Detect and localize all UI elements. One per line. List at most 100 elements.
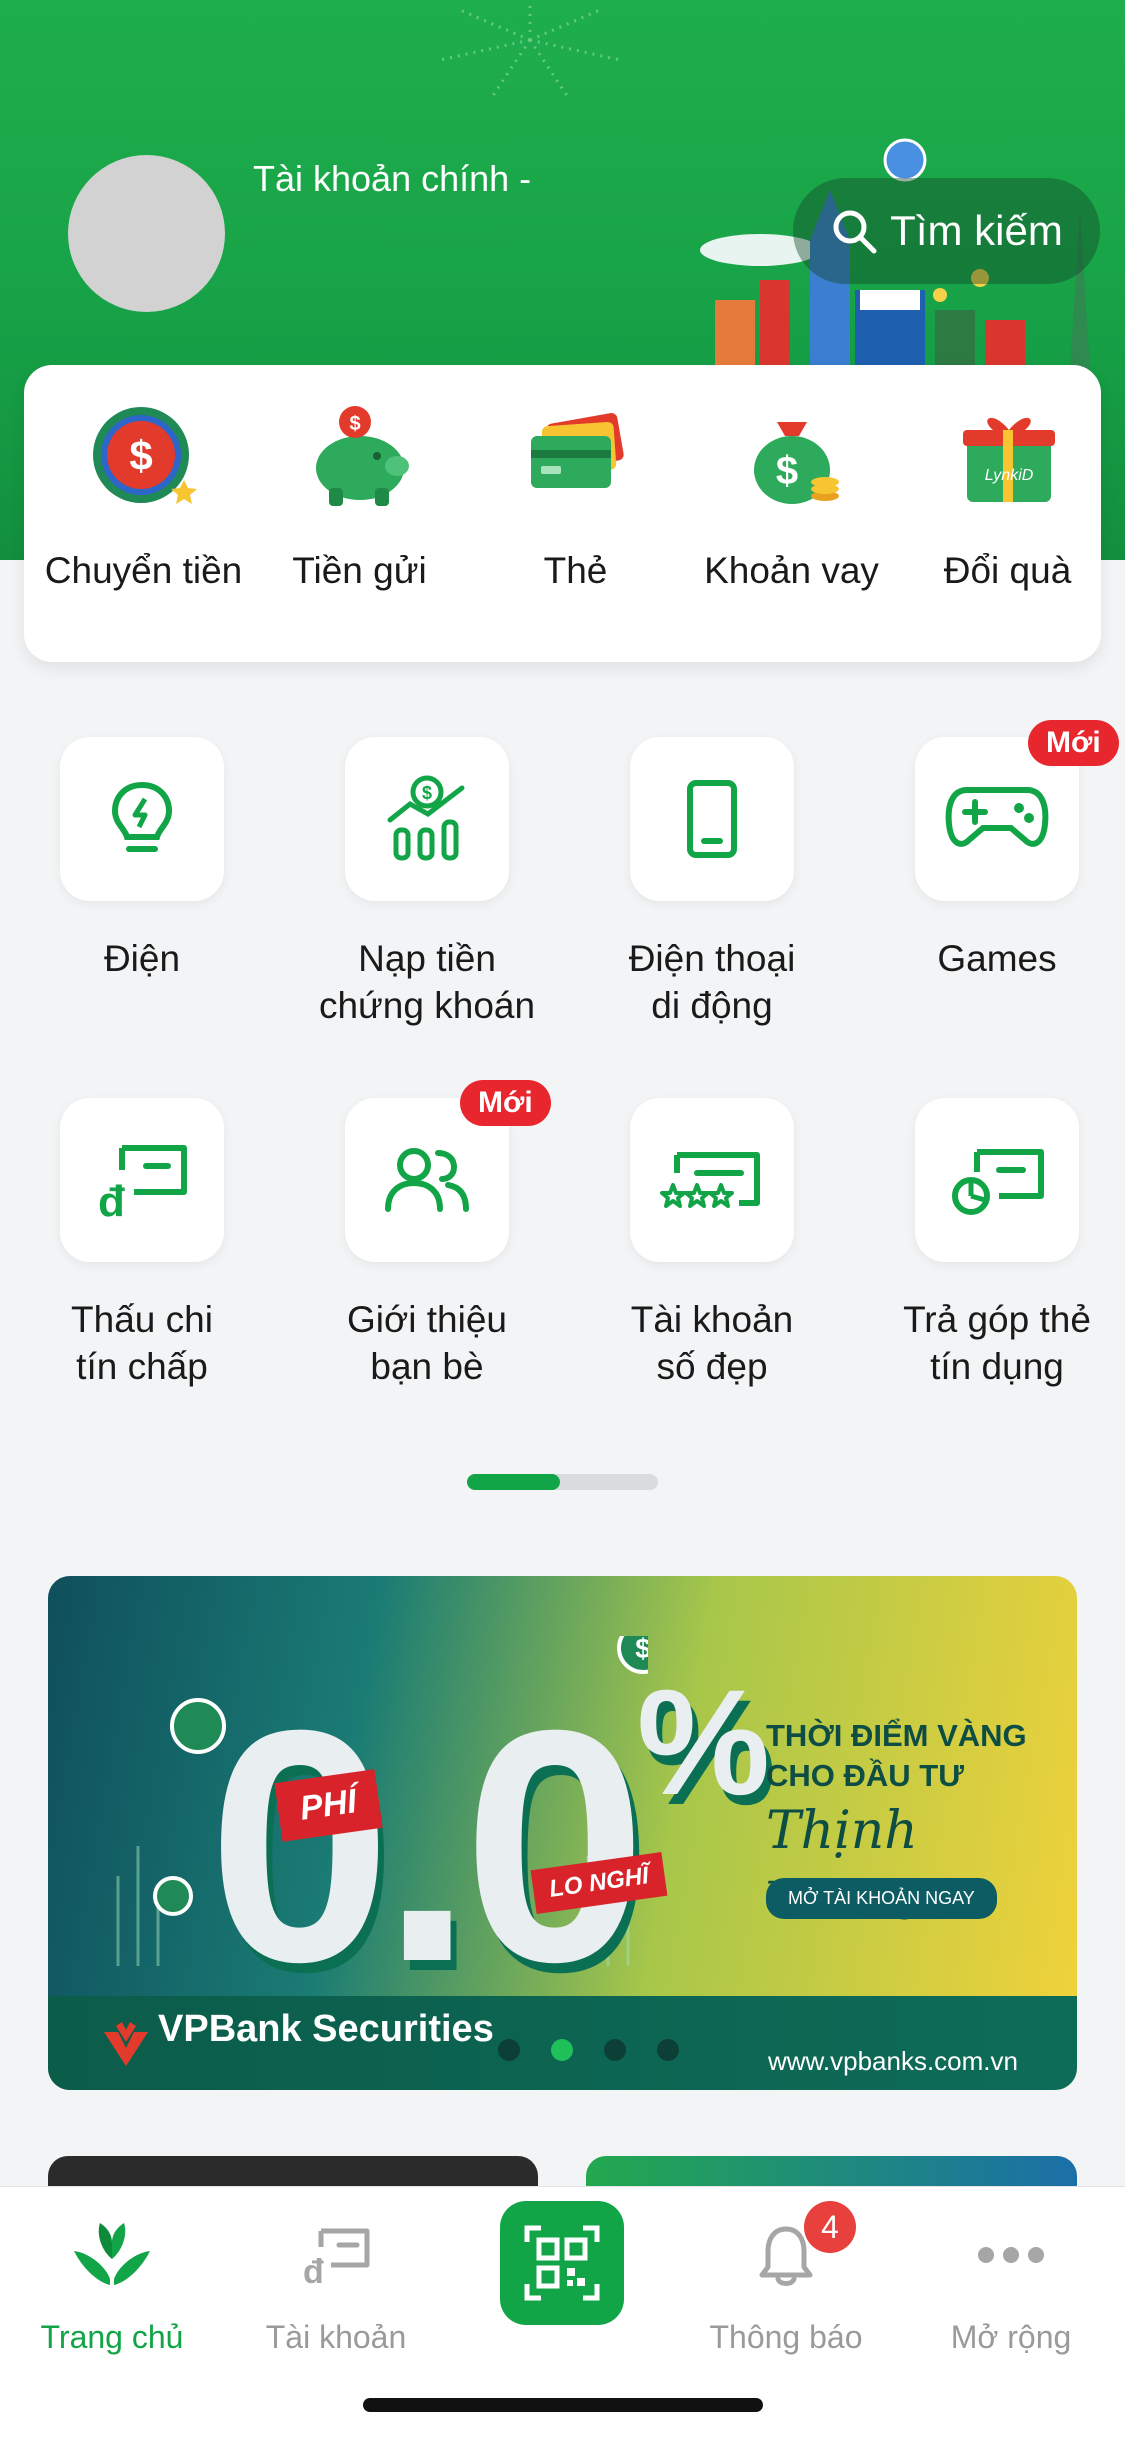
banner-dot-active[interactable]: [551, 2039, 573, 2061]
gift-box-icon: LynkiD: [962, 417, 1055, 502]
overdraft-card-icon: đ: [98, 1145, 187, 1220]
service-label-line: Thấu chi: [71, 1299, 213, 1340]
service-label-line: Nạp tiền: [358, 938, 496, 979]
banner-headline: THỜI ĐIỂM VÀNG CHO ĐẦU TƯ: [766, 1716, 1027, 1796]
money-bag-icon: $: [753, 422, 839, 504]
banner-dot[interactable]: [498, 2039, 520, 2061]
banner-dot[interactable]: [604, 2039, 626, 2061]
tab-label: Thông báo: [709, 2319, 863, 2355]
account-card-icon: đ: [303, 2228, 370, 2285]
tab-notifications[interactable]: Thông báo: [686, 2215, 886, 2356]
svg-text:LynkiD: LynkiD: [984, 467, 1033, 484]
service-label: Thấu chi tín chấp: [12, 1296, 272, 1390]
service-overdraft[interactable]: đ Thấu chi tín chấp: [12, 1098, 272, 1390]
search-label: Tìm kiếm: [890, 207, 1063, 254]
stock-topup-icon: $: [387, 775, 465, 861]
quick-action-rewards[interactable]: LynkiD Đổi quà: [900, 400, 1115, 592]
service-tile: [630, 737, 794, 901]
banner-brand: VPBank Securities: [158, 2008, 494, 2050]
quick-actions-card: $ Chuyển tiền $ Tiền gửi Thẻ $ Khoản vay…: [24, 365, 1101, 662]
home-leaf-icon: [74, 2223, 150, 2285]
avatar[interactable]: [68, 155, 225, 312]
service-tile: [630, 1098, 794, 1262]
new-badge: Mới: [1028, 720, 1119, 766]
qr-scan-button[interactable]: [500, 2201, 624, 2325]
service-tile: đ: [60, 1098, 224, 1262]
service-label-line: Điện: [103, 938, 181, 979]
service-card-installment[interactable]: Trả góp thẻ tín dụng: [867, 1098, 1125, 1390]
transfer-coin-icon: $: [92, 407, 197, 504]
banner-cta-button[interactable]: MỞ TÀI KHOẢN NGAY: [766, 1878, 997, 1919]
refer-friends-icon: [385, 1148, 469, 1212]
vip-number-card-icon: [660, 1152, 760, 1208]
fireworks-decoration: [439, 0, 621, 101]
banner-headline-line: THỜI ĐIỂM VÀNG: [766, 1718, 1027, 1753]
cards-icon: [530, 413, 624, 488]
search-icon: [833, 210, 877, 254]
service-electricity[interactable]: Điện: [12, 737, 272, 982]
account-title[interactable]: Tài khoản chính -: [253, 158, 531, 200]
svg-text:đ: đ: [98, 1177, 125, 1220]
quick-action-transfer[interactable]: $ Chuyển tiền: [36, 400, 251, 592]
quick-action-deposit[interactable]: $ Tiền gửi: [252, 400, 467, 592]
service-label-line: Giới thiệu: [347, 1299, 507, 1340]
svg-text:$: $: [349, 413, 360, 435]
service-refer-friends[interactable]: Giới thiệu bạn bè: [297, 1098, 557, 1390]
svg-text:đ: đ: [303, 2253, 324, 2285]
quick-action-label: Thẻ: [543, 550, 608, 591]
service-mobile-topup[interactable]: Điện thoại di động: [582, 737, 842, 1029]
service-label-line: di động: [651, 985, 773, 1026]
lightbulb-icon: [111, 781, 173, 852]
service-stock-topup[interactable]: $ Nạp tiền chứng khoán: [297, 737, 557, 1029]
tab-account[interactable]: đ Tài khoản: [236, 2215, 436, 2356]
service-label: Điện: [12, 935, 272, 982]
tab-label: Tài khoản: [265, 2319, 407, 2355]
banner-dot[interactable]: [657, 2039, 679, 2061]
service-tile: $: [345, 737, 509, 901]
quick-action-loan[interactable]: $ Khoản vay: [684, 400, 899, 592]
service-tile: [915, 1098, 1079, 1262]
service-label: Trả góp thẻ tín dụng: [867, 1296, 1125, 1390]
svg-text:$: $: [775, 449, 797, 493]
service-vip-number[interactable]: Tài khoản số đẹp: [582, 1098, 842, 1390]
service-label-line: tín dụng: [930, 1346, 1064, 1387]
notification-count-badge: 4: [804, 2201, 856, 2253]
quick-action-cards[interactable]: Thẻ: [468, 400, 683, 592]
gamepad-icon: [945, 787, 1049, 847]
service-games[interactable]: Games: [867, 737, 1125, 982]
service-label-line: tín chấp: [76, 1346, 208, 1387]
service-label-line: chứng khoán: [318, 985, 536, 1026]
tab-label: Mở rộng: [950, 2319, 1072, 2355]
piggy-bank-icon: $: [315, 406, 409, 506]
promo-banner[interactable]: $ 0.0% PHÍ LO NGHĨ THỜI ĐIỂM VÀNG CHO ĐẦ…: [48, 1576, 1077, 2090]
tab-label: Trang chủ: [40, 2319, 184, 2355]
qr-code-icon: [524, 2225, 600, 2301]
service-label-line: Điện thoại: [628, 938, 796, 979]
banner-percent: %: [636, 1658, 770, 1826]
tab-home[interactable]: Trang chủ: [12, 2215, 212, 2356]
quick-action-label: Khoản vay: [704, 550, 879, 591]
svg-text:$: $: [422, 783, 432, 803]
tab-more[interactable]: Mở rộng: [911, 2215, 1111, 2356]
service-label-line: Tài khoản: [630, 1299, 794, 1340]
vpbank-logo-icon: [104, 2022, 148, 2066]
banner-url: www.vpbanks.com.vn: [768, 2046, 1018, 2076]
services-pager-active: [467, 1474, 560, 1490]
quick-action-label: Đổi quà: [943, 550, 1072, 591]
service-label-line: bạn bè: [370, 1346, 484, 1387]
installment-card-icon: [952, 1149, 1044, 1215]
service-label: Tài khoản số đẹp: [582, 1296, 842, 1390]
home-indicator[interactable]: [363, 2398, 763, 2412]
service-label: Giới thiệu bạn bè: [297, 1296, 557, 1390]
service-label-line: Trả góp thẻ: [903, 1299, 1091, 1340]
svg-text:$: $: [129, 432, 152, 479]
service-label: Games: [867, 935, 1125, 982]
service-label: Điện thoại di động: [582, 935, 842, 1029]
banner-zero-number: 0.0: [208, 1661, 647, 2030]
service-tile: [60, 737, 224, 901]
banner-zero-text: 0.0%: [208, 1656, 770, 2036]
service-label-line: Games: [937, 938, 1057, 979]
search-button[interactable]: Tìm kiếm: [793, 178, 1100, 284]
service-label-line: số đẹp: [656, 1346, 768, 1387]
more-dots-icon: [978, 2247, 1044, 2263]
